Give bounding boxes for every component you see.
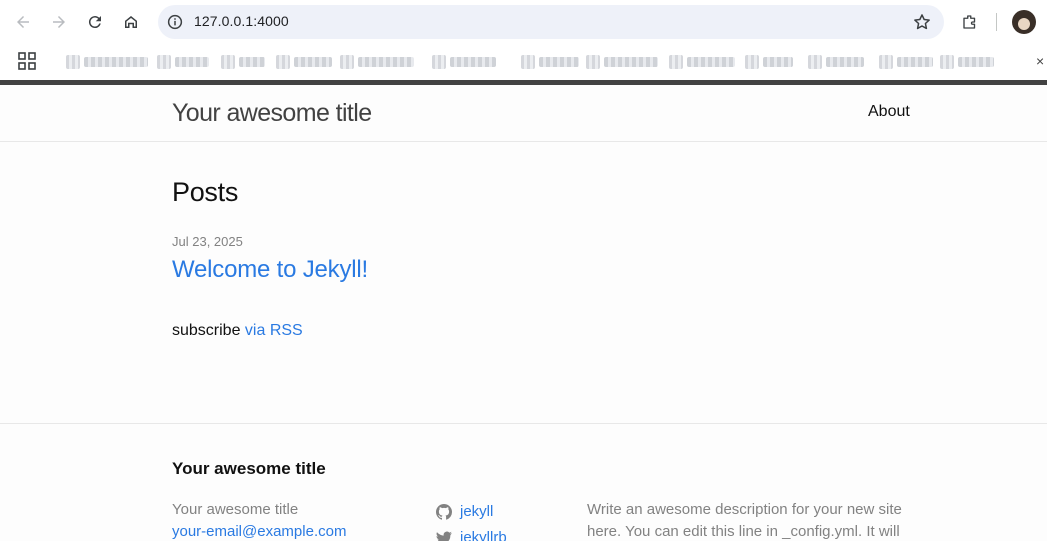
bookmarks-bar: × <box>0 44 1047 80</box>
bookmark-item[interactable] <box>66 52 148 72</box>
footer-heading: Your awesome title <box>172 459 326 478</box>
forward-icon[interactable] <box>45 8 73 36</box>
bookmark-item[interactable] <box>879 52 933 72</box>
bookmark-item[interactable] <box>669 52 735 72</box>
url-text[interactable]: 127.0.0.1:4000 <box>194 13 289 29</box>
page-heading: Posts <box>172 177 239 207</box>
rss-prefix: subscribe <box>172 322 245 339</box>
site-footer: Your awesome title Your awesome title yo… <box>0 423 1047 541</box>
footer-contact: Your awesome title your-email@example.co… <box>172 499 346 541</box>
rss-subscribe: subscribe via RSS <box>172 322 303 340</box>
site-header: Your awesome title About <box>0 85 1047 142</box>
profile-avatar[interactable] <box>1012 10 1036 34</box>
home-icon[interactable] <box>117 8 145 36</box>
post-title-link[interactable]: Welcome to Jekyll! <box>172 256 368 284</box>
extensions-icon[interactable] <box>956 8 984 36</box>
bookmark-star-icon[interactable] <box>912 12 932 32</box>
bookmark-item[interactable] <box>521 52 579 72</box>
bookmark-item[interactable] <box>276 52 332 72</box>
footer-social: jekyll jekyllrb <box>436 499 507 541</box>
bookmark-item[interactable] <box>745 52 793 72</box>
address-bar[interactable]: 127.0.0.1:4000 <box>158 5 944 39</box>
toolbar-separator <box>996 13 997 31</box>
twitter-link[interactable]: jekyllrb <box>460 525 507 541</box>
bookmark-item[interactable] <box>432 52 496 72</box>
bookmarks-overflow-icon[interactable]: × <box>1036 53 1044 69</box>
github-link[interactable]: jekyll <box>460 499 493 525</box>
back-icon[interactable] <box>9 8 37 36</box>
bookmark-item[interactable] <box>157 52 209 72</box>
bookmark-item[interactable] <box>586 52 658 72</box>
bookmark-item[interactable] <box>340 52 414 72</box>
post-date: Jul 23, 2025 <box>172 234 243 249</box>
bookmark-item[interactable] <box>221 52 265 72</box>
twitter-social-item[interactable]: jekyllrb <box>436 525 507 541</box>
site-title-link[interactable]: Your awesome title <box>172 99 372 128</box>
twitter-icon <box>436 531 452 541</box>
bookmark-item[interactable] <box>940 52 994 72</box>
footer-description: Write an awesome description for your ne… <box>587 501 902 540</box>
apps-grid-icon[interactable] <box>18 52 36 70</box>
github-icon <box>436 504 452 520</box>
browser-toolbar: 127.0.0.1:4000 <box>0 0 1047 44</box>
github-social-item[interactable]: jekyll <box>436 499 507 525</box>
site-info-icon[interactable] <box>166 13 184 31</box>
footer-name: Your awesome title <box>172 501 299 518</box>
bookmark-item[interactable] <box>808 52 864 72</box>
reload-icon[interactable] <box>81 8 109 36</box>
nav-about-link[interactable]: About <box>868 103 910 121</box>
footer-email-link[interactable]: your-email@example.com <box>172 523 346 540</box>
rss-link[interactable]: via RSS <box>245 322 303 339</box>
